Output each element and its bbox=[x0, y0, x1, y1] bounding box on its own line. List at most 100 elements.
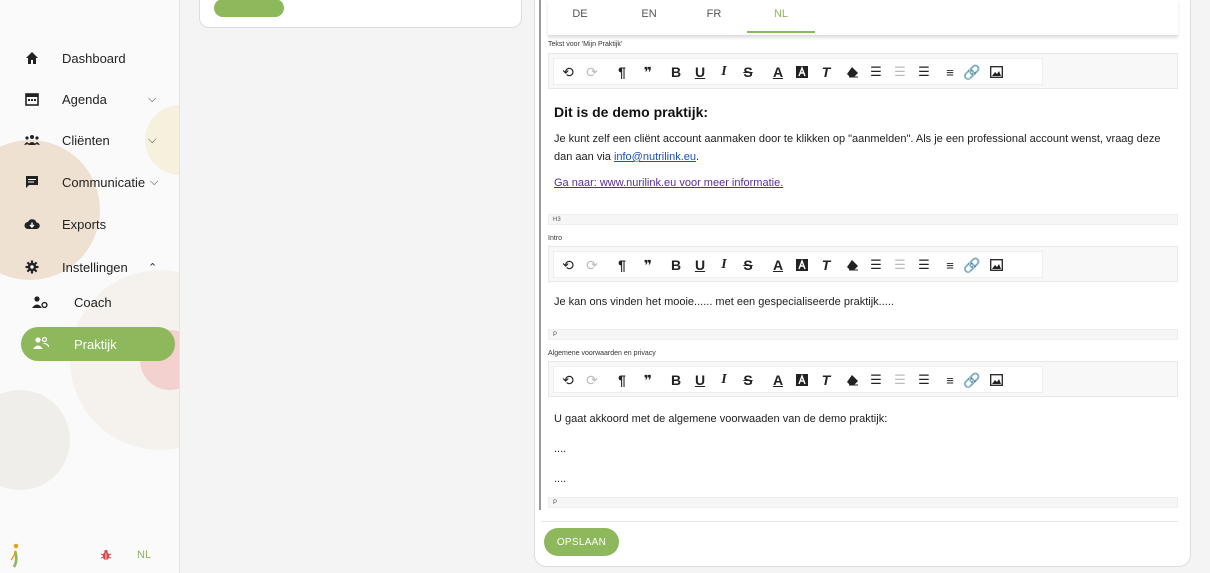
sidebar-item-label: Coach bbox=[74, 294, 112, 310]
eraser-icon[interactable] bbox=[842, 62, 862, 82]
ordered-list-icon[interactable]: ☰ bbox=[866, 255, 886, 275]
italic-icon[interactable]: I bbox=[714, 255, 734, 275]
underline-icon[interactable]: U bbox=[690, 370, 710, 390]
chat-icon bbox=[24, 174, 40, 190]
outdent-icon[interactable]: ☰ bbox=[890, 370, 910, 390]
editor-content-voorwaarden[interactable]: U gaat akkoord met de algemene voorwaade… bbox=[548, 398, 1178, 496]
image-icon[interactable] bbox=[986, 62, 1006, 82]
link-icon[interactable]: 🔗 bbox=[962, 370, 982, 390]
text-color-icon[interactable]: A bbox=[768, 255, 788, 275]
undo-icon[interactable]: ⟲ bbox=[558, 255, 578, 275]
language-switch[interactable]: NL bbox=[137, 549, 151, 561]
editor-content-mijn-praktijk[interactable]: Dit is de demo praktijk: Je kunt zelf ee… bbox=[548, 90, 1178, 214]
editor-status-bar: P bbox=[548, 329, 1178, 340]
highlight-color-icon[interactable] bbox=[792, 255, 812, 275]
strikethrough-icon[interactable]: S bbox=[738, 62, 758, 82]
sidebar-item-exports[interactable]: Exports bbox=[0, 209, 179, 239]
clear-format-icon[interactable]: T bbox=[816, 62, 836, 82]
indent-icon[interactable]: ☰ bbox=[914, 62, 934, 82]
clear-format-icon[interactable]: T bbox=[816, 255, 836, 275]
logo-icon bbox=[10, 543, 19, 568]
outdent-icon[interactable]: ☰ bbox=[890, 62, 910, 82]
italic-icon[interactable]: I bbox=[714, 62, 734, 82]
align-left-icon[interactable]: ≡ bbox=[940, 370, 960, 390]
paragraph-icon[interactable]: ¶ bbox=[612, 62, 632, 82]
align-left-icon[interactable]: ≡ bbox=[940, 255, 960, 275]
quote-icon[interactable]: ❞ bbox=[638, 255, 658, 275]
image-icon[interactable] bbox=[986, 370, 1006, 390]
tab-en[interactable]: EN bbox=[614, 8, 684, 20]
link-icon[interactable]: 🔗 bbox=[962, 62, 982, 82]
bold-icon[interactable]: B bbox=[666, 255, 686, 275]
bug-icon[interactable] bbox=[100, 549, 112, 561]
underline-icon[interactable]: U bbox=[690, 255, 710, 275]
indent-icon[interactable]: ☰ bbox=[914, 370, 934, 390]
undo-icon[interactable]: ⟲ bbox=[558, 62, 578, 82]
editor-paragraph: .... bbox=[554, 443, 567, 455]
quote-icon[interactable]: ❞ bbox=[638, 62, 658, 82]
sidebar-footer: NL bbox=[0, 537, 179, 573]
undo-icon[interactable]: ⟲ bbox=[558, 370, 578, 390]
align-left-icon[interactable]: ≡ bbox=[940, 62, 960, 82]
italic-icon[interactable]: I bbox=[714, 370, 734, 390]
eraser-icon[interactable] bbox=[842, 370, 862, 390]
ordered-list-icon[interactable]: ☰ bbox=[866, 370, 886, 390]
sidebar-item-communicatie[interactable]: Communicatie ⌵ bbox=[0, 167, 179, 197]
editor-status-bar: H3 bbox=[548, 214, 1178, 225]
link-icon[interactable]: 🔗 bbox=[962, 255, 982, 275]
chevron-up-icon: ⌃ bbox=[148, 261, 158, 274]
field-label-mijn-praktijk: Tekst voor 'Mijn Praktijk' bbox=[548, 41, 623, 48]
tab-fr[interactable]: FR bbox=[679, 8, 749, 20]
sidebar-item-label: Instellingen bbox=[62, 259, 128, 275]
sidebar-item-agenda[interactable]: Agenda ⌵ bbox=[0, 84, 179, 114]
redo-icon[interactable]: ⟳ bbox=[582, 370, 602, 390]
chevron-down-icon: ⌵ bbox=[148, 92, 157, 105]
cloud-download-icon bbox=[24, 216, 40, 232]
text-color-icon[interactable]: A bbox=[768, 62, 788, 82]
highlight-color-icon[interactable] bbox=[792, 62, 812, 82]
bold-icon[interactable]: B bbox=[666, 62, 686, 82]
sidebar-item-clienten[interactable]: Cliënten ⌵ bbox=[0, 125, 179, 155]
people-icon bbox=[24, 132, 40, 148]
editor-toolbar: ⟲ ⟳ ¶ ❞ B U I S A T ☰ ☰ ☰ ≡ 🔗 bbox=[548, 246, 1178, 282]
strikethrough-icon[interactable]: S bbox=[738, 370, 758, 390]
strikethrough-icon[interactable]: S bbox=[738, 255, 758, 275]
editor-heading: Dit is de demo praktijk: bbox=[554, 104, 709, 120]
sidebar-item-praktijk[interactable]: Praktijk bbox=[21, 327, 175, 361]
clear-format-icon[interactable]: T bbox=[816, 370, 836, 390]
gear-icon bbox=[24, 259, 40, 275]
bold-icon[interactable]: B bbox=[666, 370, 686, 390]
sidebar-item-instellingen[interactable]: Instellingen ⌃ bbox=[0, 252, 179, 282]
tab-de[interactable]: DE bbox=[545, 8, 615, 20]
ordered-list-icon[interactable]: ☰ bbox=[866, 62, 886, 82]
redo-icon[interactable]: ⟳ bbox=[582, 255, 602, 275]
editor-content-intro[interactable]: Je kan ons vinden het mooie...... met ee… bbox=[548, 283, 1178, 329]
chevron-down-icon: ⌵ bbox=[150, 175, 159, 188]
email-link[interactable]: info@nutrilink.eu bbox=[614, 151, 696, 163]
list-panel-button[interactable] bbox=[214, 0, 284, 17]
save-button[interactable]: OPSLAAN bbox=[544, 528, 619, 556]
editor-status-bar: P bbox=[548, 497, 1178, 508]
tab-nl[interactable]: NL bbox=[746, 8, 816, 20]
eraser-icon[interactable] bbox=[842, 255, 862, 275]
paragraph-icon[interactable]: ¶ bbox=[612, 370, 632, 390]
outdent-icon[interactable]: ☰ bbox=[890, 255, 910, 275]
divider bbox=[541, 521, 1178, 522]
home-icon bbox=[24, 50, 40, 66]
highlight-color-icon[interactable] bbox=[792, 370, 812, 390]
sidebar-item-dashboard[interactable]: Dashboard bbox=[0, 43, 179, 73]
indent-icon[interactable]: ☰ bbox=[914, 255, 934, 275]
paragraph-icon[interactable]: ¶ bbox=[612, 255, 632, 275]
text-color-icon[interactable]: A bbox=[768, 370, 788, 390]
calendar-icon bbox=[24, 91, 40, 107]
users-icon bbox=[33, 336, 50, 353]
underline-icon[interactable]: U bbox=[690, 62, 710, 82]
redo-icon[interactable]: ⟳ bbox=[582, 62, 602, 82]
info-link[interactable]: Ga naar: www.nurilink.eu voor meer infor… bbox=[554, 174, 1172, 192]
active-tab-indicator bbox=[747, 31, 815, 33]
sidebar: Dashboard Agenda ⌵ Cliënten ⌵ Communicat… bbox=[0, 0, 180, 573]
image-icon[interactable] bbox=[986, 255, 1006, 275]
chevron-down-icon: ⌵ bbox=[148, 133, 157, 146]
sidebar-item-coach[interactable]: Coach bbox=[0, 287, 179, 317]
quote-icon[interactable]: ❞ bbox=[638, 370, 658, 390]
